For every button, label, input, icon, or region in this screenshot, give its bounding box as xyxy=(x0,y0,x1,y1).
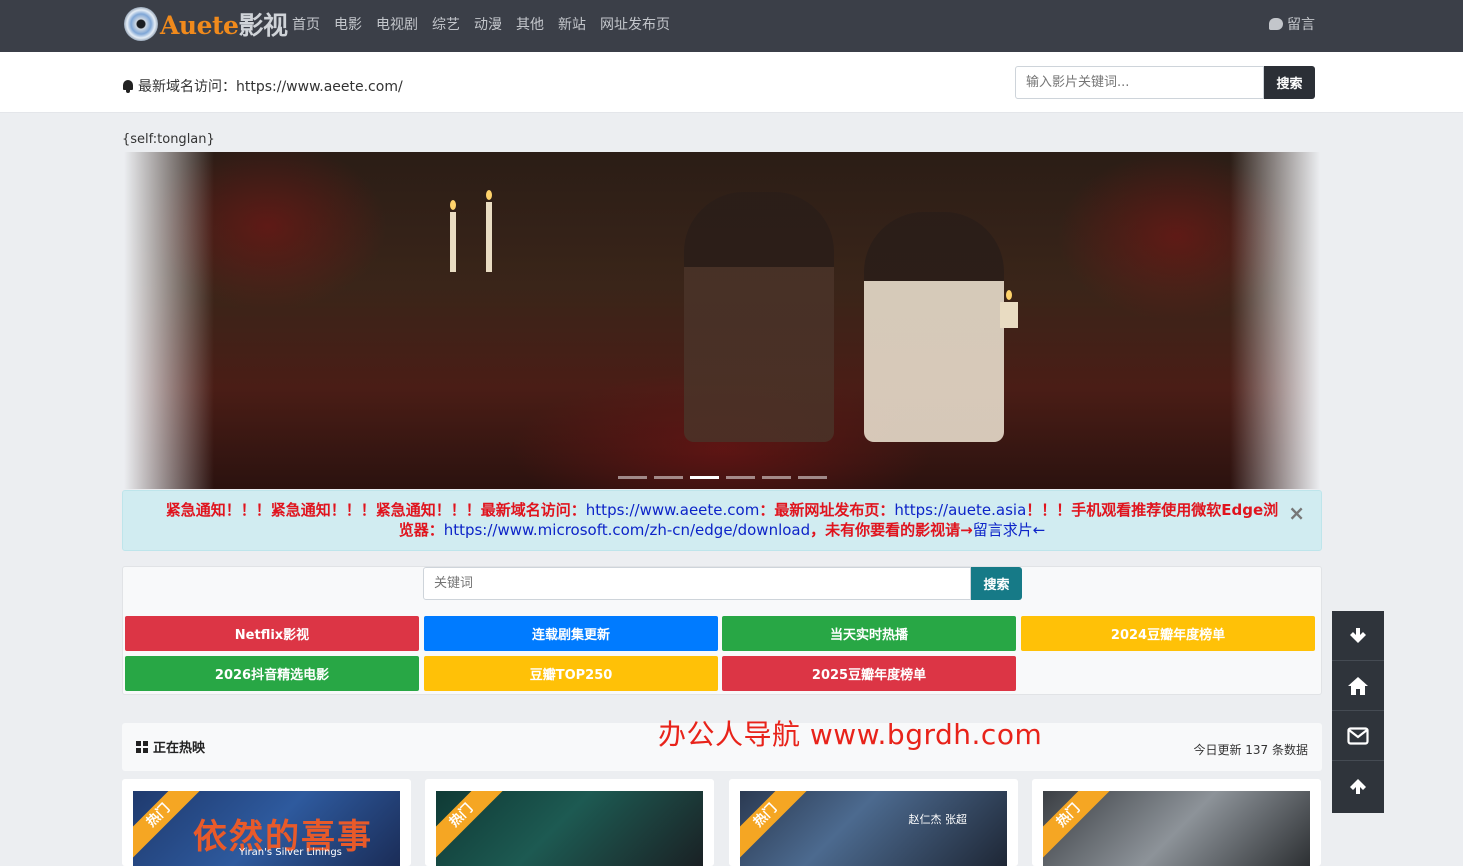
logo-text-en: Auete xyxy=(160,11,239,40)
quick-btn-series-updates[interactable]: 连载剧集更新 xyxy=(424,616,718,651)
banner-carousel[interactable] xyxy=(124,152,1320,489)
notice-bar: 最新域名访问：https://www.aeete.com/ 搜索 xyxy=(0,52,1463,113)
hot-badge: 热门 xyxy=(133,791,203,860)
quick-btn-douban-2025[interactable]: 2025豆瓣年度榜单 xyxy=(722,656,1016,691)
nav-anime[interactable]: 动漫 xyxy=(474,14,502,34)
quick-btn-douban-top250[interactable]: 豆瓣TOP250 xyxy=(424,656,718,691)
movie-poster[interactable]: 赵仁杰 张超 热门 xyxy=(740,791,1007,866)
header-search: 搜索 xyxy=(1015,66,1315,99)
logo-text-cn: 影视 xyxy=(238,11,288,40)
alert-text-1: 紧急通知！！！紧急通知！！！紧急通知！！！最新域名访问： xyxy=(165,501,586,519)
contact-button[interactable] xyxy=(1332,711,1384,761)
hot-badge: 热门 xyxy=(1043,791,1113,860)
alert-text-4: ，未有你要看的影视请→ xyxy=(810,521,973,539)
site-logo[interactable]: Auete影视 xyxy=(124,4,288,44)
side-toolbar xyxy=(1332,611,1384,813)
movie-poster[interactable]: 依然的喜事 Yiran's Silver Linings 热门 xyxy=(133,791,400,866)
quick-btn-netflix[interactable]: Netflix影视 xyxy=(125,616,419,651)
banner-figure-woman xyxy=(864,212,1004,442)
top-navbar: Auete影视 首页 电影 电视剧 综艺 动漫 其他 新站 网址发布页 留言 xyxy=(0,0,1463,52)
flame xyxy=(486,190,492,200)
chat-icon xyxy=(1269,18,1283,30)
movie-poster[interactable]: 热门 xyxy=(436,791,703,866)
carousel-indicator[interactable] xyxy=(726,476,755,479)
quick-btn-douyin-2026[interactable]: 2026抖音精选电影 xyxy=(125,656,419,691)
section-title: 正在热映 xyxy=(136,737,205,756)
arrow-up-icon xyxy=(1350,779,1366,794)
carousel-indicator[interactable] xyxy=(690,476,719,479)
grid-icon xyxy=(136,740,148,753)
nav-variety[interactable]: 综艺 xyxy=(432,14,460,34)
close-icon[interactable]: × xyxy=(1288,503,1305,523)
keyword-search-input[interactable] xyxy=(423,567,971,600)
banner-figure-man xyxy=(684,192,834,442)
movie-card[interactable]: 热门 xyxy=(425,779,714,866)
carousel-indicator[interactable] xyxy=(654,476,683,479)
flame xyxy=(1006,290,1012,300)
main-nav: 首页 电影 电视剧 综艺 动漫 其他 新站 网址发布页 xyxy=(292,14,684,34)
hot-badge: 热门 xyxy=(740,791,810,860)
scroll-down-button[interactable] xyxy=(1332,611,1384,661)
domain-notice-text: 最新域名访问：https://www.aeete.com/ xyxy=(138,79,403,95)
urgent-alert: 紧急通知！！！紧急通知！！！紧急通知！！！最新域名访问：https://www.… xyxy=(122,490,1322,551)
hot-badge: 热门 xyxy=(436,791,506,860)
poster-credits: 赵仁杰 张超 xyxy=(908,813,968,826)
section-title-text: 正在热映 xyxy=(153,741,206,756)
home-icon xyxy=(1348,676,1368,695)
nav-tv[interactable]: 电视剧 xyxy=(376,14,418,34)
alert-link-domain[interactable]: https://www.aeete.com xyxy=(586,501,760,519)
movie-poster[interactable]: 热门 xyxy=(1043,791,1310,866)
mail-icon xyxy=(1347,726,1369,745)
flame xyxy=(450,200,456,210)
arrow-down-icon xyxy=(1350,627,1366,643)
poster-subtitle: Yiran's Silver Linings xyxy=(239,847,342,858)
keyword-search-button[interactable]: 搜索 xyxy=(971,567,1022,600)
domain-notice: 最新域名访问：https://www.aeete.com/ xyxy=(122,76,403,96)
header-search-input[interactable] xyxy=(1015,66,1264,99)
header-search-button[interactable]: 搜索 xyxy=(1264,66,1315,99)
movie-card[interactable]: 赵仁杰 张超 热门 xyxy=(729,779,1018,866)
home-button[interactable] xyxy=(1332,661,1384,711)
movie-card[interactable]: 热门 xyxy=(1032,779,1321,866)
alert-text-2: ：最新网址发布页： xyxy=(759,501,895,519)
carousel-indicator[interactable] xyxy=(762,476,791,479)
nav-home[interactable]: 首页 xyxy=(292,14,320,34)
placeholder-tag: {self:tonglan} xyxy=(122,132,215,147)
watermark-text: 办公人导航 www.bgrdh.com xyxy=(658,718,1043,751)
alert-link-release[interactable]: https://auete.asia xyxy=(894,501,1026,519)
movie-card[interactable]: 依然的喜事 Yiran's Silver Linings 热门 xyxy=(122,779,411,866)
quick-links-panel: 搜索 Netflix影视 连载剧集更新 当天实时热播 2024豆瓣年度榜单 20… xyxy=(122,566,1322,695)
message-link[interactable]: 留言 xyxy=(1269,14,1315,34)
update-count: 今日更新 137 条数据 xyxy=(1193,743,1308,757)
nav-movies[interactable]: 电影 xyxy=(334,14,362,34)
carousel-indicators xyxy=(618,476,827,479)
alert-link-edge[interactable]: https://www.microsoft.com/zh-cn/edge/dow… xyxy=(444,521,810,539)
bell-icon xyxy=(122,79,134,93)
quick-btn-trending-today[interactable]: 当天实时热播 xyxy=(722,616,1016,651)
disc-icon xyxy=(124,7,158,41)
nav-new-site[interactable]: 新站 xyxy=(558,14,586,34)
nav-other[interactable]: 其他 xyxy=(516,14,544,34)
keyword-search: 搜索 xyxy=(423,567,1022,600)
candle xyxy=(450,212,456,272)
quick-btn-douban-2024[interactable]: 2024豆瓣年度榜单 xyxy=(1021,616,1315,651)
carousel-indicator[interactable] xyxy=(798,476,827,479)
message-label: 留言 xyxy=(1287,17,1315,33)
carousel-indicator[interactable] xyxy=(618,476,647,479)
candle xyxy=(486,202,492,272)
nav-url-page[interactable]: 网址发布页 xyxy=(600,14,670,34)
candle xyxy=(1000,302,1018,328)
scroll-top-button[interactable] xyxy=(1332,761,1384,811)
alert-link-request[interactable]: 留言求片← xyxy=(973,521,1046,539)
